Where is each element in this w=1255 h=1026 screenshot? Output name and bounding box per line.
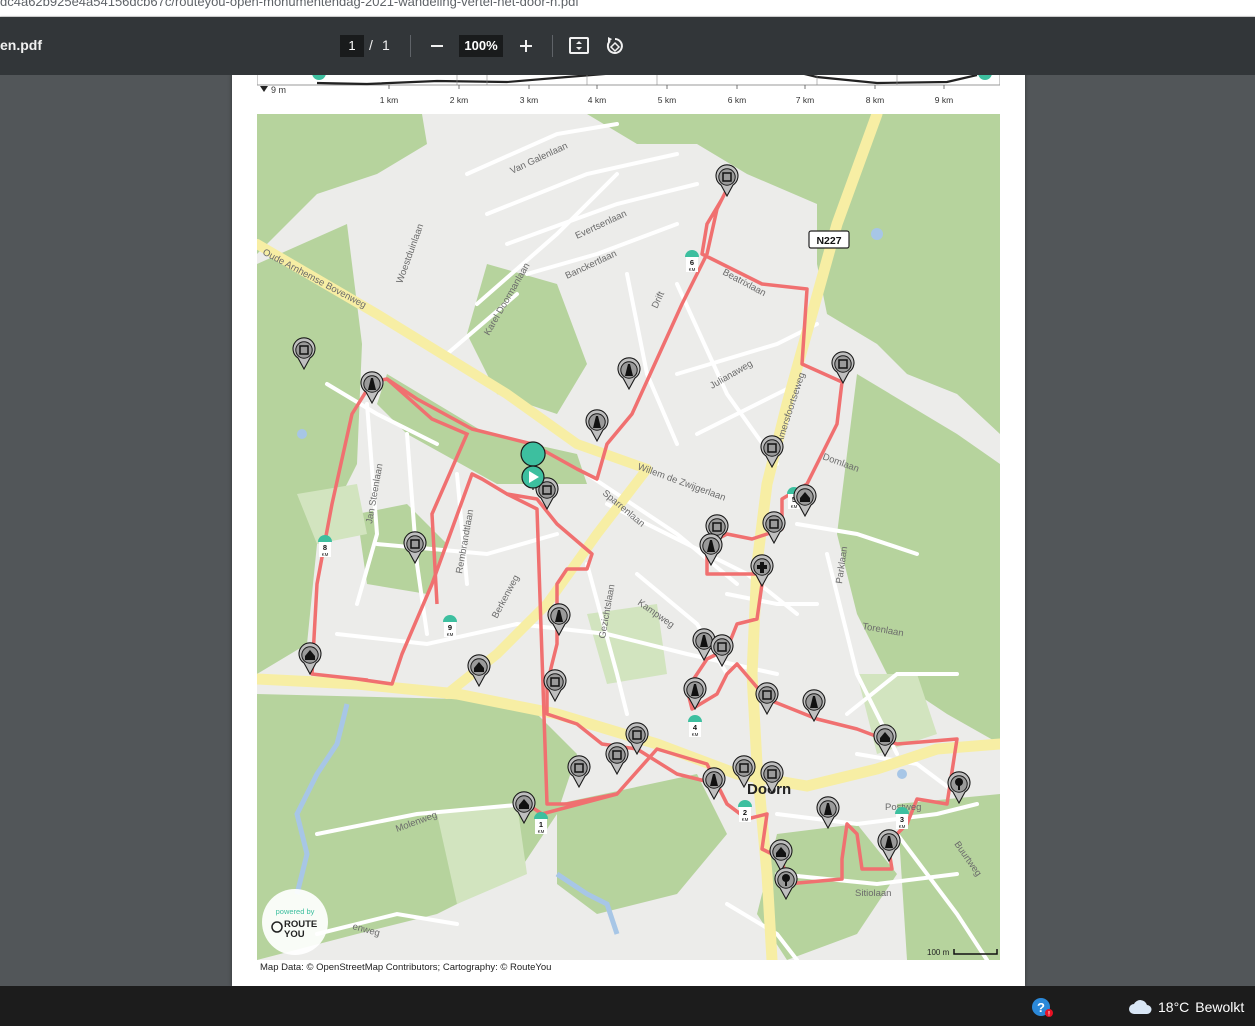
- road-badge: N227: [808, 230, 850, 249]
- rotate-button[interactable]: [602, 33, 628, 59]
- elevation-km-label: 8 km: [866, 95, 884, 105]
- svg-text:KM: KM: [791, 504, 798, 509]
- elevation-km-label: 6 km: [728, 95, 746, 105]
- total-pages: 1: [382, 37, 390, 53]
- svg-text:KM: KM: [899, 824, 906, 829]
- start-marker-icon: [312, 75, 326, 80]
- zoom-in-button[interactable]: [513, 33, 539, 59]
- elevation-km-label: 7 km: [796, 95, 814, 105]
- elevation-km-label: 1 km: [380, 95, 398, 105]
- svg-text:YOU: YOU: [284, 929, 305, 940]
- km-marker-2: 2KM: [738, 800, 752, 822]
- toolbar-divider: [410, 35, 411, 57]
- route-map[interactable]: Van Galenlaan Evertsenlaan Banckertlaan …: [257, 114, 1000, 960]
- document-title: en.pdf: [0, 37, 42, 53]
- fit-to-page-button[interactable]: [566, 33, 592, 59]
- weather-temperature: 18°C: [1158, 999, 1190, 1015]
- taskbar: ? ! 18°C Bewolkt: [0, 986, 1255, 1026]
- map-attribution: Map Data: © OpenStreetMap Contributors; …: [260, 962, 552, 973]
- km-marker-4: 4KM: [688, 715, 702, 737]
- svg-text:100 m: 100 m: [927, 948, 950, 957]
- rotate-icon: [606, 37, 623, 54]
- svg-text:2: 2: [743, 808, 747, 817]
- svg-text:KM: KM: [447, 632, 454, 637]
- elevation-km-label: 9 km: [935, 95, 953, 105]
- svg-text:!: !: [1048, 1012, 1050, 1018]
- elevation-km-label: 5 km: [658, 95, 676, 105]
- svg-text:3: 3: [900, 815, 904, 824]
- address-bar[interactable]: dc4a62b925e4a54156dcb67c/routeyou-open-m…: [0, 0, 1255, 17]
- svg-text:1: 1: [539, 820, 543, 829]
- elevation-profile: 9 m 1 km 2 km 3 km 4 km 5 km 6 km 7 km 8 km 9 km: [257, 75, 1000, 105]
- weather-condition: Bewolkt: [1195, 999, 1245, 1015]
- svg-text:KM: KM: [322, 552, 329, 557]
- svg-text:KM: KM: [538, 829, 545, 834]
- url-text: dc4a62b925e4a54156dcb67c/routeyou-open-m…: [0, 0, 579, 9]
- svg-text:9: 9: [448, 623, 452, 632]
- elevation-km-label: 3 km: [520, 95, 538, 105]
- elevation-km-label: 4 km: [588, 95, 606, 105]
- km-marker-9: 9KM: [443, 615, 457, 637]
- svg-text:powered by: powered by: [276, 907, 315, 916]
- weather-widget[interactable]: 18°C Bewolkt: [1128, 997, 1244, 1017]
- svg-text:KM: KM: [742, 817, 749, 822]
- zoom-level-input[interactable]: 100%: [459, 35, 503, 57]
- pdf-page: 9 m 1 km 2 km 3 km 4 km 5 km 6 km 7 km 8 km 9 km: [232, 75, 1025, 986]
- svg-text:KM: KM: [689, 267, 696, 272]
- km-marker-8: 8KM: [318, 535, 332, 557]
- minus-icon: [431, 45, 443, 47]
- toolbar-divider: [552, 35, 553, 57]
- help-icon[interactable]: ? !: [1031, 996, 1053, 1018]
- elevation-min-label: 9 m: [271, 85, 286, 95]
- plus-icon: [520, 40, 532, 52]
- street-label: Sitiolaan: [855, 888, 891, 899]
- page-separator: /: [369, 37, 373, 53]
- svg-text:?: ?: [1037, 1000, 1045, 1015]
- finish-marker-icon: [978, 75, 992, 80]
- pdf-viewer[interactable]: 9 m 1 km 2 km 3 km 4 km 5 km 6 km 7 km 8 km 9 km: [0, 75, 1255, 986]
- svg-text:KM: KM: [692, 732, 699, 737]
- km-marker-3: 3KM: [895, 807, 909, 829]
- km-marker-1: 1KM: [534, 812, 548, 834]
- svg-text:6: 6: [690, 258, 694, 267]
- km-marker-6: 6KM: [685, 250, 699, 272]
- fit-page-icon: [569, 37, 589, 54]
- routeyou-logo: powered by ROUTE YOU: [262, 889, 328, 955]
- zoom-out-button[interactable]: [424, 33, 450, 59]
- page-number-input[interactable]: 1: [340, 35, 364, 57]
- min-elevation-icon: [260, 86, 268, 92]
- cloud-icon: [1129, 1000, 1152, 1014]
- elevation-km-label: 2 km: [450, 95, 468, 105]
- svg-text:N227: N227: [816, 235, 841, 247]
- pdf-toolbar: en.pdf 1 / 1 100%: [0, 17, 1255, 75]
- svg-text:8: 8: [323, 543, 327, 552]
